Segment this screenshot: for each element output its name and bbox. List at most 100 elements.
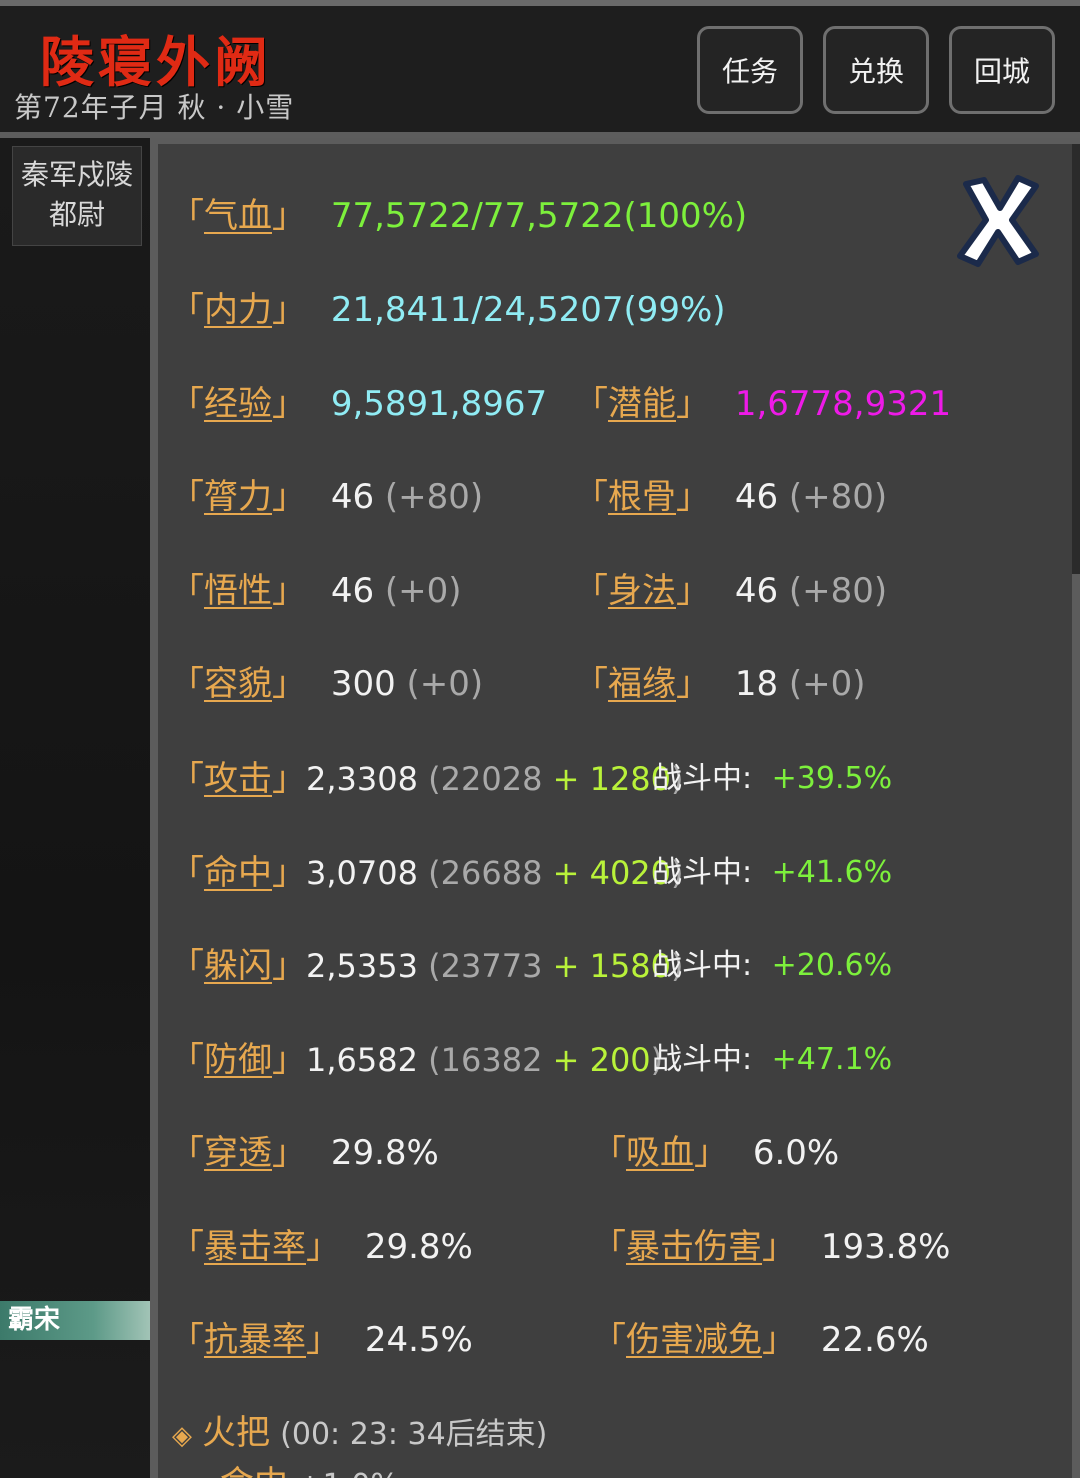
stat-label-luck[interactable]: 「福缘」: [574, 664, 710, 704]
stat-label-crit-rate[interactable]: 「暴击率」: [170, 1227, 340, 1267]
stat-total-hit: 3,0708: [306, 854, 418, 892]
stat-plus-dodge: +: [542, 947, 590, 985]
stat-value-potential: 1,6778,9321: [734, 384, 952, 424]
stat-row-potential: 「潜能」 1,6778,9321: [574, 376, 951, 426]
stat-row-crit-damage: 「暴击伤害」 193.8%: [592, 1219, 950, 1269]
stat-bonus-luck: (+0): [788, 664, 866, 704]
stat-label-agility[interactable]: 「身法」: [574, 571, 710, 611]
stat-bonus-constitution: (+80): [788, 477, 888, 517]
combat-row-attack: 战斗中: +39.5%: [652, 753, 892, 803]
stat-row-exp: 「经验」 9,5891,8967: [170, 376, 547, 426]
sidebar-bottom-tag[interactable]: 霸宋: [0, 1301, 156, 1340]
stat-label-exp[interactable]: 「经验」: [170, 384, 306, 424]
stat-row-defense: 「防御」1,6582 (16382 + 200): [170, 1032, 663, 1082]
stat-plus-attack: +: [542, 760, 590, 798]
stats-panel: [158, 144, 1072, 1478]
buff-name: 命中: [220, 1464, 288, 1478]
stat-row-hit: 「命中」3,0708 (26688 + 4020): [170, 845, 684, 895]
buff-timer: (00: 23: 34后结束): [280, 1417, 548, 1452]
stat-base-defense: (16382: [428, 1041, 543, 1079]
stat-base-agility: 46: [734, 571, 779, 611]
return-city-button[interactable]: 回城: [949, 26, 1055, 114]
stat-bonus-agility: (+80): [788, 571, 888, 611]
npc-card[interactable]: 秦军戍陵 都尉: [12, 146, 142, 246]
stat-value-crit-damage: 193.8%: [820, 1227, 951, 1267]
stat-label-lifesteal[interactable]: 「吸血」: [592, 1133, 728, 1173]
stat-label-hit[interactable]: 「命中」: [170, 853, 306, 893]
npc-name-line1: 秦军戍陵: [20, 158, 133, 191]
stat-bonus-comprehension: (+0): [384, 571, 462, 611]
diamond-icon: ◆: [190, 1472, 210, 1478]
stat-base-luck: 18: [734, 664, 779, 704]
stat-value-lifesteal: 6.0%: [752, 1133, 840, 1173]
stat-label-comprehension[interactable]: 「悟性」: [170, 571, 306, 611]
combat-value-attack: +39.5%: [771, 761, 893, 796]
close-icon[interactable]: [952, 170, 1044, 270]
stat-label-dodge[interactable]: 「躲闪」: [170, 946, 306, 986]
stat-label-defense[interactable]: 「防御」: [170, 1040, 306, 1080]
stat-base-dodge: (23773: [428, 947, 543, 985]
stat-label-potential[interactable]: 「潜能」: [574, 384, 710, 424]
header-bar: 陵寝外阙 第72年子月 秋 · 小雪 任务 兑换 回城: [0, 6, 1080, 132]
stat-label-crit-damage[interactable]: 「暴击伤害」: [592, 1227, 796, 1267]
stat-row-strength: 「膂力」 46 (+80): [170, 469, 483, 519]
diamond-icon: ◈: [172, 1421, 192, 1451]
stat-row-mp: 「内力」 21,8411/24,5207(99%): [170, 282, 726, 332]
combat-value-defense: +47.1%: [771, 1042, 893, 1077]
combat-label-attack: 战斗中:: [652, 761, 753, 796]
stat-extra-defense: 200: [589, 1041, 651, 1079]
stat-bonus-strength: (+80): [384, 477, 484, 517]
stat-row-luck: 「福缘」 18 (+0): [574, 656, 866, 706]
stat-base-hit: (26688: [428, 854, 543, 892]
stat-bonus-appearance: (+0): [406, 664, 484, 704]
stat-row-anti-crit: 「抗暴率」 24.5%: [170, 1312, 473, 1362]
buff-item-torch: ◈ 火把 (00: 23: 34后结束): [172, 1405, 547, 1454]
npc-name-line2: 都尉: [48, 198, 105, 231]
buff-value: +1.0%: [298, 1468, 399, 1478]
stat-row-lifesteal: 「吸血」 6.0%: [592, 1125, 839, 1175]
stat-base-constitution: 46: [734, 477, 779, 517]
combat-row-dodge: 战斗中: +20.6%: [652, 940, 892, 990]
combat-label-dodge: 战斗中:: [652, 948, 753, 983]
stat-total-dodge: 2,5353: [306, 947, 418, 985]
stat-label-attack[interactable]: 「攻击」: [170, 759, 306, 799]
stat-base-strength: 46: [330, 477, 375, 517]
stat-row-hp: 「气血」 77,5722/77,5722(100%): [170, 188, 747, 238]
stat-value-penetration: 29.8%: [330, 1133, 439, 1173]
stat-plus-hit: +: [542, 854, 590, 892]
stat-total-attack: 2,3308: [306, 760, 418, 798]
stat-row-damage-reduction: 「伤害减免」 22.6%: [592, 1312, 929, 1362]
stat-label-damage-reduction[interactable]: 「伤害减免」: [592, 1320, 796, 1360]
stat-row-dodge: 「躲闪」2,5353 (23773 + 1580): [170, 938, 684, 988]
stat-base-appearance: 300: [330, 664, 396, 704]
stat-plus-defense: +: [542, 1041, 590, 1079]
combat-label-defense: 战斗中:: [652, 1042, 753, 1077]
buff-name: 火把: [202, 1413, 270, 1453]
stat-value-damage-reduction: 22.6%: [820, 1320, 929, 1360]
game-date: 第72年子月 秋 · 小雪: [14, 91, 295, 124]
stat-label-penetration[interactable]: 「穿透」: [170, 1133, 306, 1173]
combat-value-hit: +41.6%: [771, 855, 893, 890]
stat-label-hp[interactable]: 「气血」: [170, 196, 306, 236]
stat-value-crit-rate: 29.8%: [364, 1227, 473, 1267]
stat-label-constitution[interactable]: 「根骨」: [574, 477, 710, 517]
stat-value-hp: 77,5722/77,5722(100%): [330, 196, 748, 236]
stat-value-anti-crit: 24.5%: [364, 1320, 473, 1360]
sidebar: 秦军戍陵 都尉: [0, 138, 150, 1478]
stat-row-appearance: 「容貌」 300 (+0): [170, 656, 483, 706]
stat-row-agility: 「身法」 46 (+80): [574, 563, 887, 613]
stat-row-attack: 「攻击」2,3308 (22028 + 1280): [170, 751, 684, 801]
stat-row-penetration: 「穿透」 29.8%: [170, 1125, 439, 1175]
stat-row-crit-rate: 「暴击率」 29.8%: [170, 1219, 473, 1269]
stat-row-constitution: 「根骨」 46 (+80): [574, 469, 887, 519]
scrollbar[interactable]: [1072, 144, 1080, 574]
combat-value-dodge: +20.6%: [771, 948, 893, 983]
exchange-button[interactable]: 兑换: [823, 26, 929, 114]
combat-row-defense: 战斗中: +47.1%: [652, 1034, 892, 1084]
stat-label-mp[interactable]: 「内力」: [170, 290, 306, 330]
stat-label-strength[interactable]: 「膂力」: [170, 477, 306, 517]
stat-label-appearance[interactable]: 「容貌」: [170, 664, 306, 704]
stat-value-mp: 21,8411/24,5207(99%): [330, 290, 726, 330]
stat-label-anti-crit[interactable]: 「抗暴率」: [170, 1320, 340, 1360]
quest-button[interactable]: 任务: [697, 26, 803, 114]
